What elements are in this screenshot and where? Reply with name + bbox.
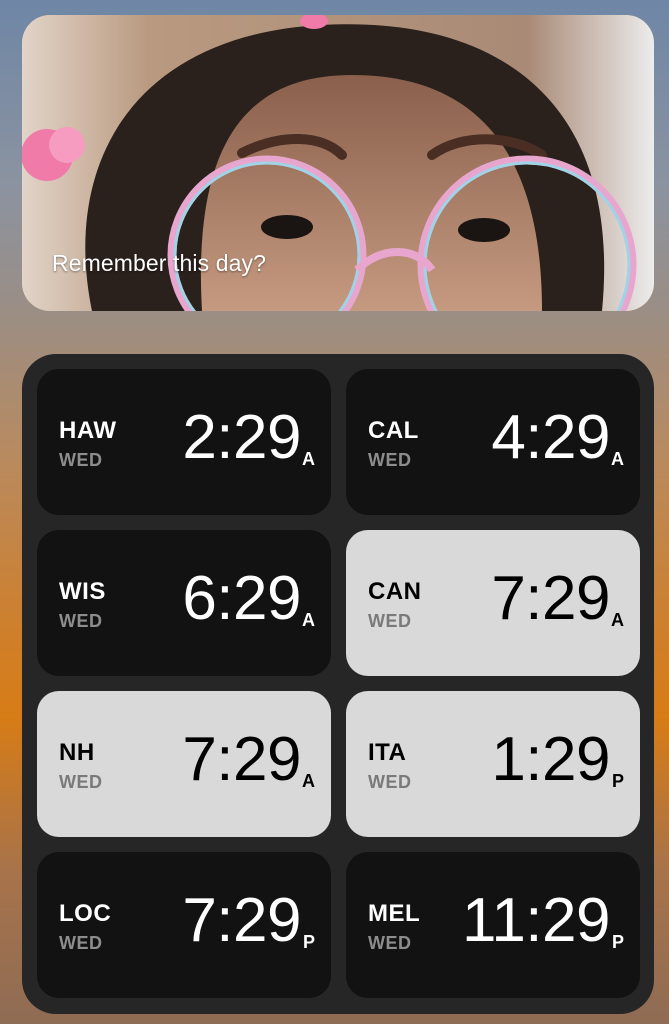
day-label: WED xyxy=(368,450,412,470)
city-label: CAN xyxy=(368,578,422,605)
clock-tile-mel[interactable]: MEL WED 11:29 P xyxy=(346,852,640,998)
clock-tile-loc[interactable]: LOC WED 7:29 P xyxy=(37,852,331,998)
time-value: 1:29 xyxy=(491,725,610,794)
day-label: WED xyxy=(368,611,412,631)
time-value: 11:29 xyxy=(461,886,611,955)
city-label: NH xyxy=(59,739,95,766)
city-label: HAW xyxy=(59,417,117,444)
clock-tile-ita[interactable]: ITA WED 1:29 P xyxy=(346,691,640,837)
ampm-label: A xyxy=(611,610,624,630)
world-clock-widget[interactable]: HAW WED 2:29 A CAL WED 4:29 A WIS WED 6:… xyxy=(22,354,654,1014)
ampm-label: A xyxy=(302,449,315,469)
clock-tile-cal[interactable]: CAL WED 4:29 A xyxy=(346,369,640,515)
clock-tile-can[interactable]: CAN WED 7:29 A xyxy=(346,530,640,676)
memory-caption: Remember this day? xyxy=(52,250,266,276)
ampm-label: P xyxy=(611,771,624,791)
time-value: 7:29 xyxy=(182,725,301,794)
time-value: 7:29 xyxy=(182,886,301,955)
time-value: 4:29 xyxy=(491,403,610,472)
clock-tile-haw[interactable]: HAW WED 2:29 A xyxy=(37,369,331,515)
day-label: WED xyxy=(59,933,103,953)
photo-memory-widget[interactable]: Remember this day? xyxy=(22,15,654,311)
clock-tile-wis[interactable]: WIS WED 6:29 A xyxy=(37,530,331,676)
time-value: 7:29 xyxy=(491,564,610,633)
city-label: MEL xyxy=(368,900,421,927)
day-label: WED xyxy=(368,772,412,792)
day-label: WED xyxy=(59,772,103,792)
ampm-label: A xyxy=(302,771,315,791)
city-label: WIS xyxy=(59,578,106,605)
clock-tile-nh[interactable]: NH WED 7:29 A xyxy=(37,691,331,837)
ampm-label: A xyxy=(302,610,315,630)
ampm-label: P xyxy=(302,932,315,952)
day-label: WED xyxy=(59,611,103,631)
city-label: LOC xyxy=(59,900,112,927)
ampm-label: A xyxy=(611,449,624,469)
ampm-label: P xyxy=(611,932,624,952)
city-label: CAL xyxy=(368,417,419,444)
time-value: 6:29 xyxy=(182,564,301,633)
day-label: WED xyxy=(59,450,103,470)
day-label: WED xyxy=(368,933,412,953)
time-value: 2:29 xyxy=(182,403,301,472)
city-label: ITA xyxy=(368,739,407,766)
